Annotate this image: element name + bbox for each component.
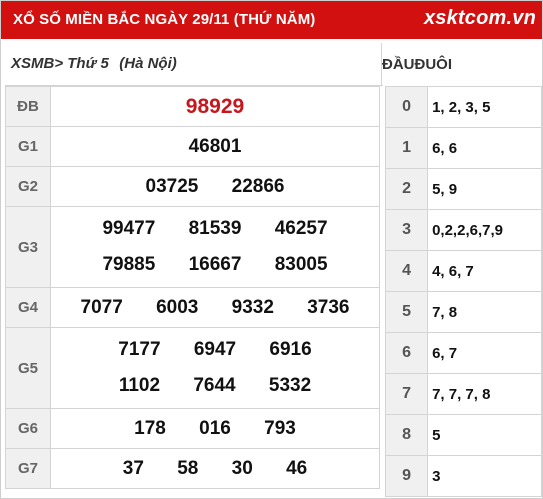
number-line: 99477 81539 46257 bbox=[51, 211, 379, 247]
results-panel: XỔ SỐ MIỀN BẮC NGÀY 29/11 (THỨ NĂM) xskt… bbox=[0, 0, 543, 499]
loto-row: 4 4, 6, 7 bbox=[384, 250, 542, 292]
prize-label: G5 bbox=[5, 327, 51, 409]
prize-label: ĐB bbox=[5, 86, 51, 127]
number-line: 79885 16667 83005 bbox=[51, 247, 379, 283]
prize-numbers: 98929 bbox=[50, 86, 380, 127]
prize-numbers: 03725 22866 bbox=[50, 166, 380, 207]
prize-table: ĐB 98929 G1 46801 G2 03725 22866 G3 9947… bbox=[5, 86, 380, 489]
loto-table: 0 1, 2, 3, 5 1 6, 6 2 5, 9 3 0,2,2,6,7,9 4 4,… bbox=[384, 86, 542, 497]
special-prize-number: 98929 bbox=[185, 94, 245, 118]
loto-row: 0 1, 2, 3, 5 bbox=[384, 86, 542, 128]
number-line: 7177 6947 6916 bbox=[51, 332, 379, 368]
dau-header: ĐẦU bbox=[382, 55, 415, 73]
duoi-cell: 7, 8 bbox=[427, 291, 542, 333]
prize-number: 30 bbox=[231, 457, 253, 479]
prize-number: 7077 bbox=[80, 296, 123, 318]
duoi-cell: 1, 2, 3, 5 bbox=[427, 86, 542, 128]
prize-row-g6: G6 178 016 793 bbox=[5, 408, 380, 449]
loto-row: 3 0,2,2,6,7,9 bbox=[384, 209, 542, 251]
prize-numbers: 178 016 793 bbox=[50, 408, 380, 449]
prize-label: G3 bbox=[5, 206, 51, 288]
duoi-cell: 4, 6, 7 bbox=[427, 250, 542, 292]
prize-number: 03725 bbox=[145, 175, 199, 197]
dau-cell: 5 bbox=[384, 291, 429, 333]
prize-number: 79885 bbox=[102, 254, 156, 275]
results-header: XỔ SỐ MIỀN BẮC NGÀY 29/11 (THỨ NĂM) xskt… bbox=[1, 1, 542, 39]
prize-label: G7 bbox=[5, 448, 51, 489]
duoi-cell: 3 bbox=[427, 455, 542, 497]
duoi-cell: 6, 7 bbox=[427, 332, 542, 374]
prize-number: 178 bbox=[134, 417, 166, 439]
prize-number: 58 bbox=[177, 457, 199, 479]
prize-label: G1 bbox=[5, 126, 51, 167]
prize-row-g7: G7 37 58 30 46 bbox=[5, 448, 380, 489]
prize-number: 81539 bbox=[188, 218, 242, 239]
loto-row: 93 bbox=[384, 455, 542, 497]
loto-row: 7 7, 7, 7, 8 bbox=[384, 373, 542, 415]
prize-number: 22866 bbox=[231, 175, 285, 197]
number-line: 1102 7644 5332 bbox=[51, 368, 379, 404]
prize-numbers: 37 58 30 46 bbox=[50, 448, 380, 489]
prize-numbers: 46801 bbox=[50, 126, 380, 167]
prize-row-g4: G4 7077 6003 9332 3736 bbox=[5, 287, 380, 328]
prize-number: 3736 bbox=[307, 296, 350, 318]
loto-row: 85 bbox=[384, 414, 542, 456]
loto-row: 2 5, 9 bbox=[384, 168, 542, 210]
loto-row: 6 6, 7 bbox=[384, 332, 542, 374]
prize-row-g5: G5 7177 6947 6916 1102 7644 5332 bbox=[5, 327, 380, 409]
dau-cell: 0 bbox=[384, 86, 429, 128]
prize-number: 46257 bbox=[274, 218, 328, 239]
prize-numbers: 7177 6947 6916 1102 7644 5332 bbox=[50, 327, 380, 409]
dau-cell: 4 bbox=[384, 250, 429, 292]
site-logo[interactable]: xsktcom.vn bbox=[424, 7, 536, 30]
breadcrumb-link[interactable]: XSMB> Thứ 5 bbox=[5, 55, 109, 72]
duoi-cell: 7, 7, 7, 8 bbox=[427, 373, 542, 415]
duoi-cell: 5, 9 bbox=[427, 168, 542, 210]
prize-number: 5332 bbox=[268, 375, 312, 396]
dau-cell: 3 bbox=[384, 209, 429, 251]
prize-numbers: 99477 81539 46257 79885 16667 83005 bbox=[50, 206, 380, 288]
prize-row-g1: G1 46801 bbox=[5, 126, 380, 167]
duoi-cell: 5 bbox=[427, 414, 542, 456]
prize-label: G6 bbox=[5, 408, 51, 449]
prize-row-g3: G3 99477 81539 46257 79885 16667 83005 bbox=[5, 206, 380, 288]
prize-number: 99477 bbox=[102, 218, 156, 239]
breadcrumb-location: (Hà Nội) bbox=[119, 54, 177, 72]
prize-number: 16667 bbox=[188, 254, 242, 275]
prize-row-g2: G2 03725 22866 bbox=[5, 166, 380, 207]
duoi-cell: 0,2,2,6,7,9 bbox=[427, 209, 542, 251]
duoi-header: ĐUÔI bbox=[414, 55, 453, 73]
breadcrumb: XSMB> Thứ 5 (Hà Nội) bbox=[5, 43, 382, 86]
prize-number: 9332 bbox=[231, 296, 274, 318]
prize-numbers: 7077 6003 9332 3736 bbox=[50, 287, 380, 328]
prize-number: 83005 bbox=[274, 254, 328, 275]
prize-number: 7644 bbox=[193, 375, 236, 396]
dau-cell: 6 bbox=[384, 332, 429, 374]
dau-cell: 7 bbox=[384, 373, 429, 415]
page-title: XỔ SỐ MIỀN BẮC NGÀY 29/11 (THỨ NĂM) bbox=[13, 11, 316, 28]
loto-row: 5 7, 8 bbox=[384, 291, 542, 333]
prize-number: 37 bbox=[122, 457, 144, 479]
duoi-cell: 6, 6 bbox=[427, 127, 542, 169]
prize-label: G2 bbox=[5, 166, 51, 207]
dau-cell: 1 bbox=[384, 127, 429, 169]
prize-number: 6916 bbox=[269, 339, 312, 360]
prize-number: 46801 bbox=[188, 135, 242, 157]
prize-label: G4 bbox=[5, 287, 51, 328]
results-table: XSMB> Thứ 5 (Hà Nội) ĐẦU ĐUÔI bbox=[5, 43, 452, 86]
subheader-row: XSMB> Thứ 5 (Hà Nội) ĐẦU ĐUÔI bbox=[5, 43, 453, 86]
prize-number: 7177 bbox=[118, 339, 161, 360]
prize-number: 6003 bbox=[156, 296, 199, 318]
prize-number: 46 bbox=[286, 457, 308, 479]
prize-number: 016 bbox=[199, 417, 231, 439]
prize-number: 1102 bbox=[118, 375, 161, 396]
dau-cell: 9 bbox=[384, 455, 429, 497]
prize-number: 6947 bbox=[193, 339, 237, 360]
dau-cell: 2 bbox=[384, 168, 429, 210]
loto-row: 1 6, 6 bbox=[384, 127, 542, 169]
prize-row-db: ĐB 98929 bbox=[5, 86, 380, 127]
prize-number: 793 bbox=[264, 417, 296, 439]
dau-cell: 8 bbox=[384, 414, 429, 456]
